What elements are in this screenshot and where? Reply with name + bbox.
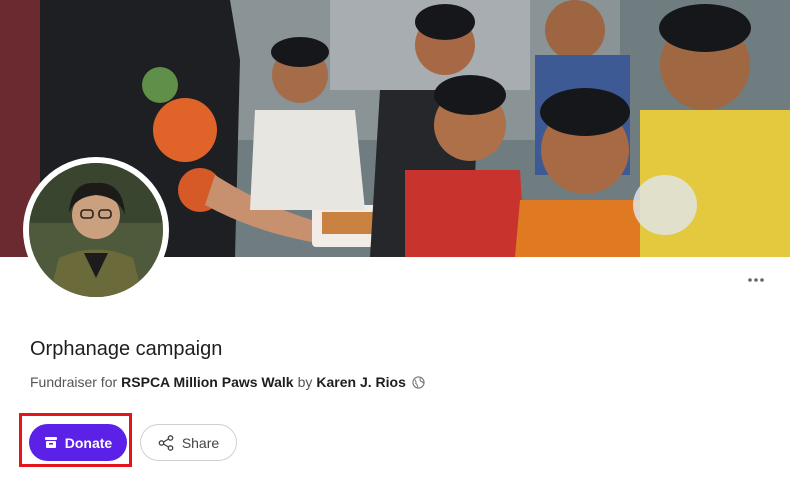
cause-link[interactable]: RSPCA Million Paws Walk bbox=[121, 374, 293, 390]
donate-label: Donate bbox=[64, 434, 113, 451]
fundraiser-title: Orphanage campaign bbox=[30, 338, 223, 360]
organizer-link[interactable]: Karen J. Rios bbox=[316, 374, 405, 390]
fundraiser-prefix: Fundraiser for bbox=[30, 374, 118, 390]
avatar-photo bbox=[29, 163, 163, 297]
share-button[interactable]: Share bbox=[140, 424, 237, 461]
fundraiser-subtitle: Fundraiser for RSPCA Million Paws Walk b… bbox=[30, 374, 425, 390]
more-options-icon bbox=[748, 278, 764, 282]
globe-icon bbox=[412, 375, 425, 389]
more-options-button[interactable] bbox=[744, 268, 768, 292]
by-label: by bbox=[297, 374, 313, 390]
organizer-avatar[interactable] bbox=[23, 157, 169, 303]
donate-box-icon bbox=[44, 437, 57, 448]
donate-button[interactable]: Donate bbox=[29, 424, 127, 461]
share-label: Share bbox=[181, 434, 220, 451]
share-icon bbox=[158, 434, 174, 451]
